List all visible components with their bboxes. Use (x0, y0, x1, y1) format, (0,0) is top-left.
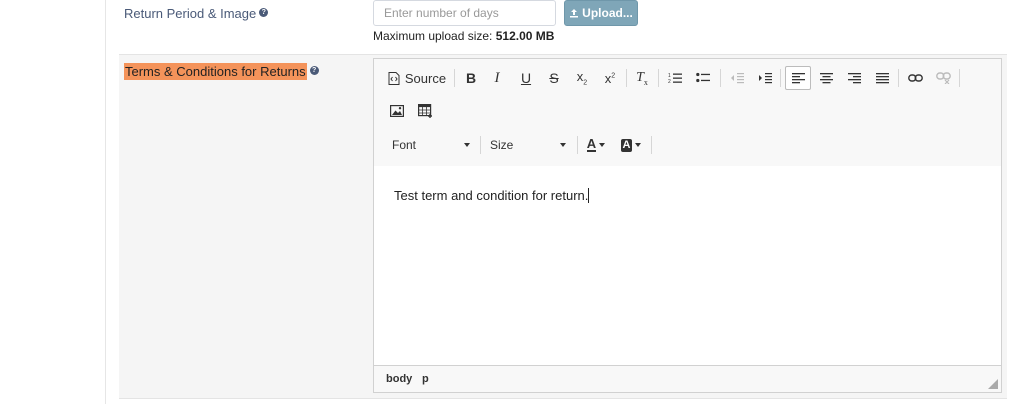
path-p[interactable]: p (422, 373, 429, 385)
help-icon[interactable]: ? (309, 66, 319, 75)
text-caret (588, 188, 590, 203)
editor-statusbar: body p (374, 366, 1001, 392)
source-icon (388, 71, 400, 85)
table-button[interactable] (414, 99, 436, 123)
editor-text[interactable]: Test term and condition for return. (394, 188, 590, 203)
rich-text-editor: Source B I U S x2 x2 Tx 12 Font Size A A… (373, 58, 1002, 393)
align-center-button[interactable] (814, 66, 838, 90)
chevron-down-icon (464, 143, 470, 147)
editor-toolbar: Source B I U S x2 x2 Tx 12 Font Size A A (374, 59, 1001, 167)
text-color-button[interactable]: A (583, 133, 609, 157)
svg-text:2: 2 (668, 79, 671, 84)
editor-content[interactable]: Test term and condition for return. (374, 166, 1001, 366)
remove-format-button[interactable]: Tx (631, 66, 653, 90)
size-select[interactable]: Size (484, 133, 572, 157)
unlink-icon (935, 72, 951, 84)
italic-icon: I (494, 69, 500, 86)
chevron-down-icon (635, 143, 642, 147)
align-right-icon (847, 73, 861, 84)
numbered-list-button[interactable]: 12 (664, 66, 686, 90)
text-color-icon: A (586, 136, 597, 152)
background-color-button[interactable]: A (617, 133, 645, 157)
superscript-button[interactable]: x2 (599, 66, 621, 90)
link-icon (907, 74, 923, 82)
return-period-label: Return Period & Image? (124, 6, 269, 21)
indent-icon (759, 73, 772, 84)
align-left-icon (791, 73, 805, 84)
indent-button[interactable] (754, 66, 776, 90)
unlink-button[interactable] (931, 66, 955, 90)
toolbar-separator (658, 69, 659, 87)
align-right-button[interactable] (842, 66, 866, 90)
outdent-icon (731, 73, 744, 84)
superscript-icon: x2 (604, 70, 616, 86)
image-button[interactable] (386, 99, 408, 123)
bulleted-list-button[interactable] (692, 66, 714, 90)
subscript-button[interactable]: x2 (571, 66, 593, 90)
toolbar-separator (577, 136, 578, 154)
source-button[interactable]: Source (386, 66, 448, 90)
underline-button[interactable]: U (515, 66, 537, 90)
toolbar-separator (454, 69, 455, 87)
bulleted-list-icon (696, 72, 710, 83)
italic-button[interactable]: I (486, 66, 508, 90)
toolbar-separator (480, 136, 481, 154)
left-panel (0, 0, 106, 404)
underline-icon: U (520, 70, 532, 86)
toolbar-separator (780, 69, 781, 87)
path-body[interactable]: body (386, 373, 412, 385)
link-button[interactable] (903, 66, 927, 90)
return-days-input[interactable] (373, 0, 556, 26)
upload-button[interactable]: Upload... (564, 0, 638, 26)
help-icon[interactable]: ? (259, 8, 269, 17)
justify-icon (875, 73, 889, 84)
bold-button[interactable]: B (460, 66, 482, 90)
remove-format-icon: Tx (636, 69, 648, 87)
numbered-list-icon: 12 (668, 73, 682, 84)
toolbar-separator (898, 69, 899, 87)
subscript-icon: x2 (576, 69, 588, 87)
upload-icon (570, 9, 579, 18)
chevron-down-icon (560, 143, 566, 147)
toolbar-separator (720, 69, 721, 87)
bold-icon: B (465, 70, 477, 86)
toolbar-separator (959, 69, 960, 87)
outdent-button[interactable] (726, 66, 748, 90)
toolbar-separator (626, 69, 627, 87)
chevron-down-icon (599, 143, 606, 147)
table-icon (417, 104, 432, 118)
justify-button[interactable] (870, 66, 894, 90)
strikethrough-button[interactable]: S (543, 66, 565, 90)
image-icon (390, 105, 404, 117)
align-center-icon (819, 73, 833, 84)
terms-label: Terms & Conditions for Returns? (124, 63, 319, 80)
max-upload-size: Maximum upload size: 512.00 MB (373, 29, 555, 43)
font-select[interactable]: Font (386, 133, 476, 157)
align-left-button[interactable] (785, 66, 811, 90)
resize-handle-icon[interactable] (988, 379, 998, 389)
background-color-icon: A (620, 138, 633, 152)
strikethrough-icon: S (549, 70, 559, 86)
toolbar-separator (651, 136, 652, 154)
